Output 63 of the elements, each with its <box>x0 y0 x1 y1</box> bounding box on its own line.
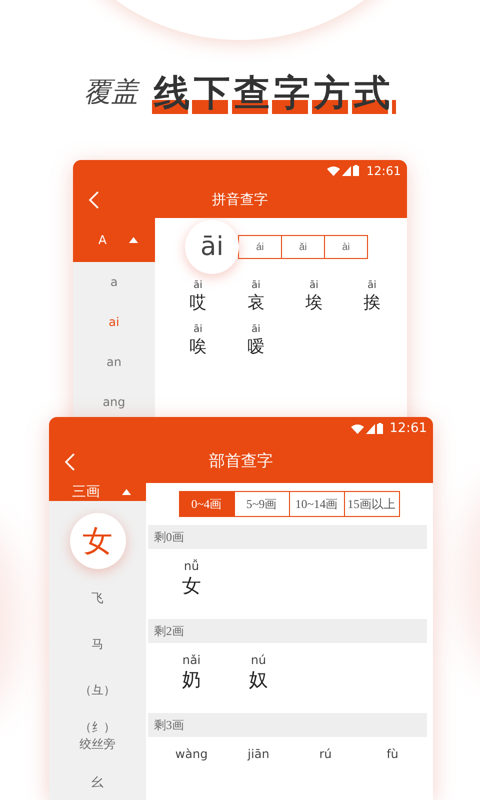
tab[interactable]: ǎi <box>281 235 325 259</box>
status-time: 12:61 <box>366 164 401 178</box>
character-item[interactable]: 嗳 <box>248 335 264 358</box>
selected-tone[interactable]: āi <box>185 220 239 274</box>
category-dropdown[interactable]: A <box>73 218 155 262</box>
tab[interactable]: 0~4画 <box>178 491 234 517</box>
character-item[interactable]: 哀 <box>248 291 264 314</box>
list-item[interactable]: ai <box>108 315 120 329</box>
selected-radical[interactable]: 女 <box>70 513 126 569</box>
back-button[interactable] <box>63 450 77 472</box>
list-item[interactable]: （彑） <box>80 682 116 698</box>
pinyin-label: fù <box>386 747 398 761</box>
section-header: 剩2画 <box>148 619 427 643</box>
list-item[interactable]: 幺 <box>92 774 104 790</box>
character-item[interactable]: 哎 <box>190 291 206 314</box>
tab[interactable]: 5~9画 <box>234 491 290 517</box>
list-item[interactable]: 马 <box>92 636 104 652</box>
pinyin-label: nǚ <box>184 559 200 573</box>
list-item-note: 绞丝旁 <box>80 736 116 753</box>
signal-icon <box>342 166 352 176</box>
pinyin-label: rú <box>319 747 332 761</box>
pinyin-label: jiān <box>248 747 270 761</box>
battery-icon <box>376 423 383 434</box>
tab[interactable]: 10~14画 <box>288 491 344 517</box>
character-item[interactable]: 埃 <box>306 291 322 314</box>
pinyin-label: nǎi <box>182 653 201 667</box>
character-item[interactable]: 女 <box>182 573 201 599</box>
list-item[interactable]: ang <box>102 395 126 409</box>
pinyin-label: āi <box>194 324 202 335</box>
screen-title: 拼音查字 <box>212 190 268 208</box>
status-time: 12:61 <box>390 421 427 436</box>
back-button[interactable] <box>87 188 101 210</box>
pinyin-label: āi <box>194 280 202 291</box>
pinyin-label: āi <box>252 280 260 291</box>
pinyin-label: āi <box>368 280 376 291</box>
triangle-up-icon <box>128 237 138 243</box>
screen-title: 部首查字 <box>209 451 273 472</box>
character-item[interactable]: 奶 <box>182 667 201 693</box>
headline-lead: 覆盖 <box>84 76 138 110</box>
wifi-icon <box>327 166 340 176</box>
pinyin-label: nú <box>250 653 266 667</box>
battery-icon <box>353 165 360 176</box>
tab[interactable]: ái <box>238 235 282 259</box>
character-item[interactable]: 唉 <box>190 335 206 358</box>
signal-icon <box>366 424 375 434</box>
section-header: 剩3画 <box>148 713 427 737</box>
section-header: 剩0画 <box>148 525 427 549</box>
triangle-up-icon <box>122 489 131 495</box>
category-label: 三画 <box>72 484 100 501</box>
pinyin-label: āi <box>310 280 318 291</box>
wifi-icon <box>350 424 364 434</box>
tab[interactable]: ài <box>324 235 368 259</box>
category-dropdown[interactable]: 三画 <box>49 483 146 501</box>
character-item[interactable]: 奴 <box>249 667 268 693</box>
list-item[interactable]: an <box>106 355 122 369</box>
list-item[interactable]: 飞 <box>92 590 104 606</box>
pinyin-label: wàng <box>175 747 208 761</box>
pinyin-label: āi <box>252 324 260 335</box>
list-item[interactable]: a <box>110 275 118 289</box>
character-item[interactable]: 挨 <box>364 291 380 314</box>
category-label: A <box>98 233 107 247</box>
list-item[interactable]: （纟） <box>80 719 116 736</box>
tab[interactable]: 15画以上 <box>344 491 400 517</box>
